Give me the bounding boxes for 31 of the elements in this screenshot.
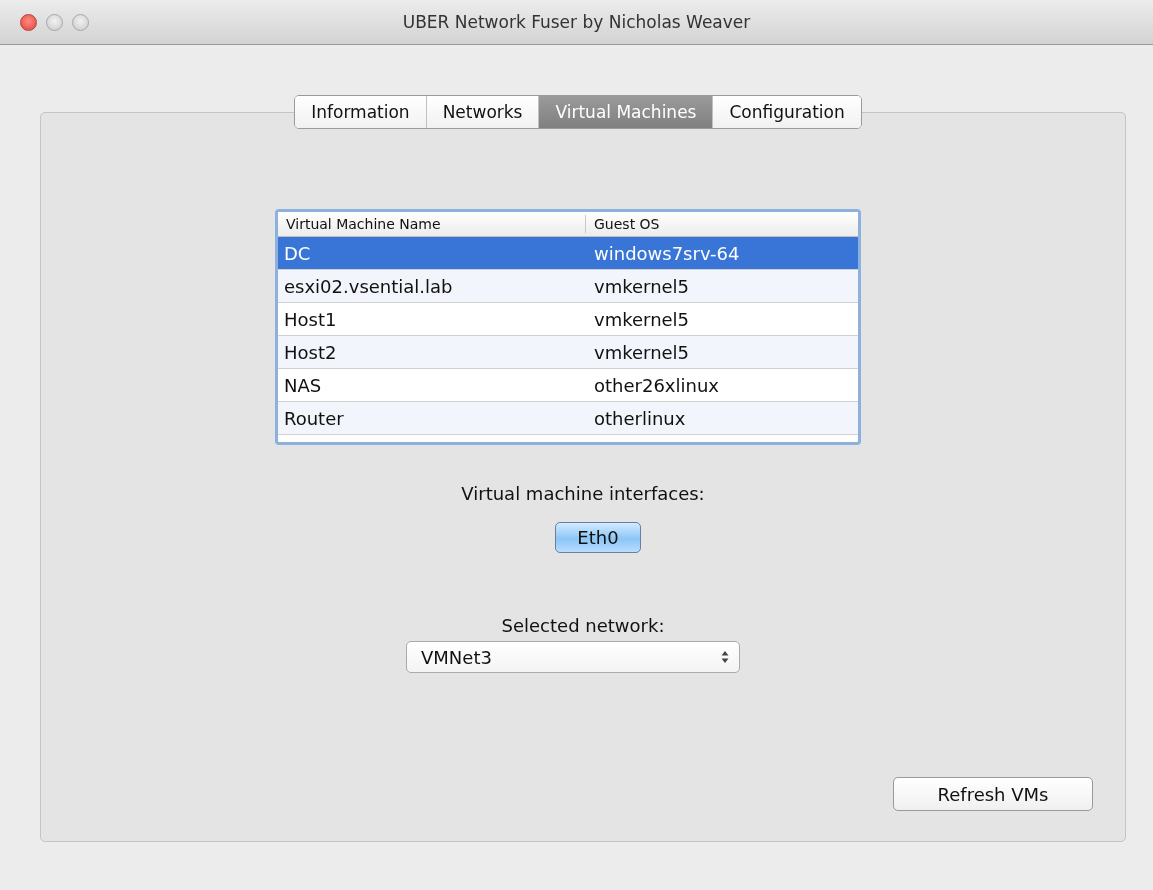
- table-row[interactable]: DC windows7srv-64: [278, 237, 858, 270]
- tab[interactable]: Configuration: [712, 96, 861, 128]
- table-cell-text: Host2: [283, 340, 338, 365]
- refresh-vms-button[interactable]: Refresh VMs: [893, 777, 1093, 811]
- window-title: UBER Network Fuser by Nicholas Weaver: [402, 12, 751, 32]
- table-cell-text: Host1: [283, 307, 338, 332]
- table-cell-text: otherlinux: [593, 406, 687, 431]
- table-cell-text: esxi02.vsential.lab: [283, 274, 454, 299]
- tab[interactable]: Networks: [425, 96, 539, 128]
- table-cell-text: NAS: [283, 373, 323, 398]
- close-button[interactable]: [20, 13, 37, 31]
- interface-button[interactable]: Eth0: [555, 522, 641, 553]
- zoom-button[interactable]: [72, 13, 89, 31]
- network-label: Selected network:: [501, 615, 665, 636]
- table-row[interactable]: esxi02.vsential.lab vmkernel5: [278, 270, 858, 303]
- table-row[interactable]: Host2 vmkernel5: [278, 336, 858, 369]
- minimize-button[interactable]: [46, 13, 63, 31]
- column-header[interactable]: Guest OS: [585, 215, 858, 233]
- interfaces-label: Virtual machine interfaces:: [461, 483, 705, 504]
- table-cell-text: windows7srv-64: [593, 241, 741, 266]
- network-dropdown[interactable]: VMNet3: [406, 641, 740, 673]
- tab[interactable]: Information: [295, 96, 426, 128]
- table-row[interactable]: Router otherlinux: [278, 402, 858, 435]
- table-cell-text: other26xlinux: [593, 373, 720, 398]
- table-cell-text: vmkernel5: [593, 340, 691, 365]
- column-header[interactable]: Virtual Machine Name: [278, 215, 585, 233]
- stepper-arrows-icon: [721, 650, 729, 664]
- table-cell-text: Router: [283, 406, 345, 431]
- table-cell-text: vmkernel5: [593, 274, 691, 299]
- table-cell-text: vmkernel5: [593, 307, 691, 332]
- table-cell-text: DC: [283, 241, 312, 266]
